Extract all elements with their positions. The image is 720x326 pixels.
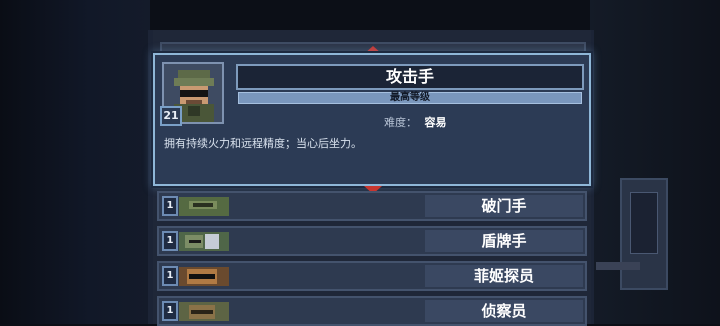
class-row-name: 盾牌手 [425,230,583,252]
class-row-shield[interactable]: 1 盾牌手 [157,226,587,256]
background-machine [620,178,668,290]
shield-portrait-icon [179,232,229,251]
background-gun [596,262,640,270]
difficulty-label: 难度： [384,116,417,129]
class-row-thumbnail [179,197,229,216]
class-row-level: 1 [162,266,178,286]
class-description: 拥有持续火力和远程精度；当心后坐力。 [164,137,362,150]
class-row-name: 侦察员 [425,300,583,322]
class-row-breacher[interactable]: 1 破门手 [157,191,587,221]
class-rank-label: 最高等级 [238,92,582,104]
class-row-scout[interactable]: 1 侦察员 [157,296,587,326]
class-name-title: 攻击手 [236,64,584,90]
difficulty-info: 难度： 容易 [384,114,447,130]
class-row-level: 1 [162,231,178,251]
class-row-name: 菲姬探员 [425,265,583,287]
breacher-portrait-icon [179,197,229,216]
scout-portrait-icon [179,302,229,321]
class-row-thumbnail [179,267,229,286]
class-row-name: 破门手 [425,195,583,217]
class-row-thumbnail [179,232,229,251]
agent-portrait-icon [179,267,229,286]
difficulty-value: 容易 [424,116,447,129]
class-row-thumbnail [179,302,229,321]
class-level-badge: 21 [160,106,182,126]
background-left [0,0,150,324]
class-row-level: 1 [162,301,178,321]
class-row-agent[interactable]: 1 菲姬探员 [157,261,587,291]
class-row-level: 1 [162,196,178,216]
